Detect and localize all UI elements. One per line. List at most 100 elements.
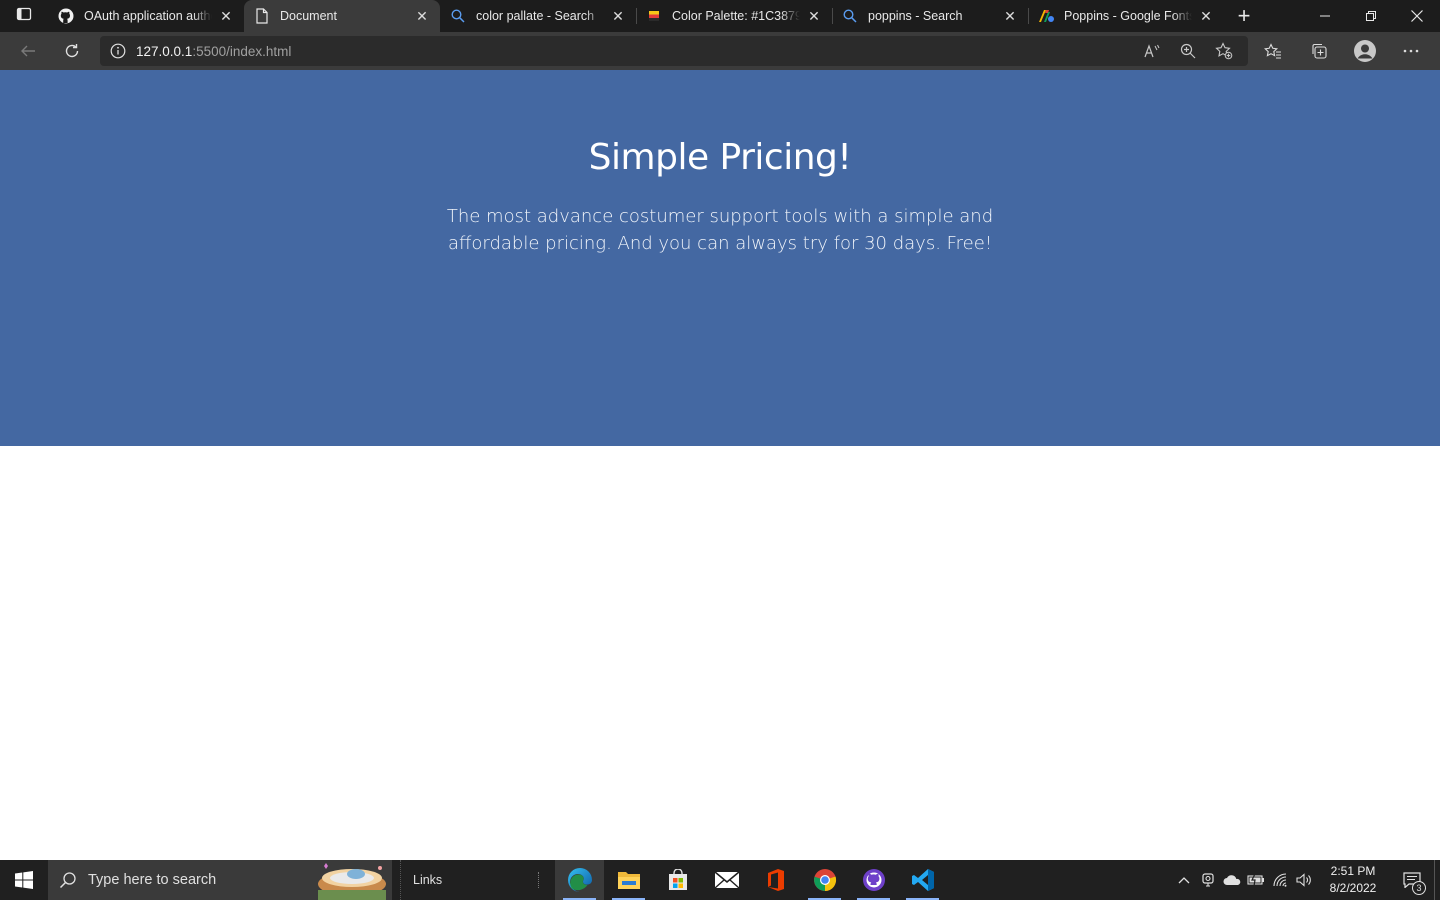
taskbar-file-explorer[interactable] [604, 860, 653, 900]
restore-icon [1366, 11, 1376, 21]
tab-actions-icon [16, 6, 32, 27]
taskbar-vscode[interactable] [898, 860, 947, 900]
tab-google-fonts[interactable]: Poppins - Google Fonts ✕ [1028, 0, 1224, 32]
start-button[interactable] [0, 860, 48, 900]
close-icon[interactable]: ✕ [218, 8, 234, 24]
url-host: 127.0.0.1 [136, 43, 193, 59]
tray-overflow-button[interactable] [1172, 860, 1196, 900]
read-aloud-icon [1144, 44, 1160, 58]
search-icon [842, 8, 858, 24]
links-label: Links [413, 873, 443, 887]
taskbar-office[interactable] [751, 860, 800, 900]
tray-volume[interactable] [1292, 860, 1316, 900]
zoom-in-icon [1180, 43, 1196, 59]
search-highlight-illustration [312, 860, 392, 900]
favorites-button[interactable] [1250, 35, 1296, 67]
camera-icon [1202, 873, 1214, 887]
store-icon [668, 869, 687, 890]
more-icon [1403, 49, 1419, 53]
cloud-icon [1223, 875, 1241, 885]
tab-title: Document [280, 9, 337, 23]
windows-taskbar: Type here to search Links 2:51 PM 8/2/20… [0, 860, 1440, 900]
tab-title: Poppins - Google Fonts [1064, 9, 1192, 23]
close-icon[interactable]: ✕ [806, 8, 822, 24]
tab-color-palette[interactable]: Color Palette: #1C3879 # ✕ [636, 0, 832, 32]
wifi-icon [1273, 873, 1287, 887]
vscode-icon [911, 869, 934, 891]
action-center-button[interactable]: 3 [1390, 860, 1434, 900]
taskbar-mail[interactable] [702, 860, 751, 900]
github-icon [58, 8, 74, 24]
show-desktop-button[interactable] [1434, 860, 1440, 900]
chevron-up-icon [1178, 877, 1190, 884]
close-icon[interactable]: ✕ [1002, 8, 1018, 24]
close-icon[interactable]: ✕ [610, 8, 626, 24]
tab-oauth[interactable]: OAuth application autho ✕ [48, 0, 244, 32]
star-add-icon [1215, 42, 1233, 60]
notification-count: 3 [1412, 881, 1426, 895]
tray-network[interactable] [1268, 860, 1292, 900]
collections-button[interactable] [1296, 35, 1342, 67]
url-text: 127.0.0.1:5500/index.html [136, 44, 291, 59]
favorites-icon [1264, 43, 1281, 59]
tray-onedrive[interactable] [1220, 860, 1244, 900]
refresh-button[interactable] [56, 35, 88, 67]
tray-battery[interactable] [1244, 860, 1268, 900]
toolbar-grip[interactable] [538, 872, 540, 888]
refresh-icon [65, 44, 79, 58]
back-arrow-icon [21, 45, 35, 57]
minimize-icon [1320, 15, 1330, 17]
tab-title: color pallate - Search [476, 9, 595, 23]
plus-icon: + [1237, 3, 1251, 28]
tab-color-pallate-search[interactable]: color pallate - Search ✕ [440, 0, 636, 32]
taskbar-chrome[interactable] [800, 860, 849, 900]
office-icon [767, 869, 784, 891]
profile-button[interactable] [1342, 35, 1388, 67]
settings-menu-button[interactable] [1388, 35, 1434, 67]
speaker-icon [1296, 873, 1311, 887]
github-desktop-icon [862, 869, 885, 891]
tab-document[interactable]: Document ✕ [244, 0, 440, 32]
search-icon [48, 860, 88, 900]
avatar-icon [1354, 40, 1376, 62]
new-tab-button[interactable]: + [1228, 2, 1260, 30]
info-icon [110, 43, 126, 59]
tab-title: Color Palette: #1C3879 # [672, 9, 800, 23]
edge-icon [567, 868, 592, 892]
clock-date: 8/2/2022 [1329, 881, 1377, 895]
file-explorer-icon [617, 872, 640, 889]
windows-logo-icon [15, 871, 33, 889]
tab-title: poppins - Search [868, 9, 963, 23]
tab-title: OAuth application autho [84, 9, 212, 23]
taskbar-clock[interactable]: 2:51 PM 8/2/2022 [1316, 863, 1390, 897]
search-placeholder: Type here to search [88, 872, 217, 888]
taskbar-github-desktop[interactable] [849, 860, 898, 900]
tray-meet-now[interactable] [1196, 860, 1220, 900]
taskbar-store[interactable] [653, 860, 702, 900]
add-favorite-button[interactable] [1206, 36, 1242, 66]
battery-icon [1247, 874, 1264, 886]
page-subtitle: The most advance costumer support tools … [446, 206, 994, 254]
links-toolbar[interactable]: Links [400, 860, 540, 900]
close-icon [1411, 10, 1423, 22]
back-button[interactable] [12, 35, 44, 67]
tab-poppins-search[interactable]: poppins - Search ✕ [832, 0, 1028, 32]
restore-button[interactable] [1348, 0, 1394, 32]
tab-actions-button[interactable] [0, 0, 48, 32]
read-aloud-button[interactable] [1134, 36, 1170, 66]
close-icon[interactable]: ✕ [1198, 8, 1214, 24]
address-bar[interactable]: 127.0.0.1:5500/index.html [100, 36, 1248, 66]
page-icon [254, 8, 270, 24]
search-icon [450, 8, 466, 24]
chrome-icon [813, 869, 836, 892]
zoom-button[interactable] [1170, 36, 1206, 66]
collections-icon [1312, 43, 1327, 59]
close-icon[interactable]: ✕ [414, 8, 430, 24]
site-info-button[interactable] [100, 36, 136, 66]
pricing-hero: Simple Pricing! The most advance costume… [0, 70, 1440, 446]
close-window-button[interactable] [1394, 0, 1440, 32]
taskbar-edge[interactable] [555, 860, 604, 900]
palette-icon [646, 8, 662, 24]
minimize-button[interactable] [1302, 0, 1348, 32]
taskbar-search-box[interactable]: Type here to search [48, 860, 392, 900]
